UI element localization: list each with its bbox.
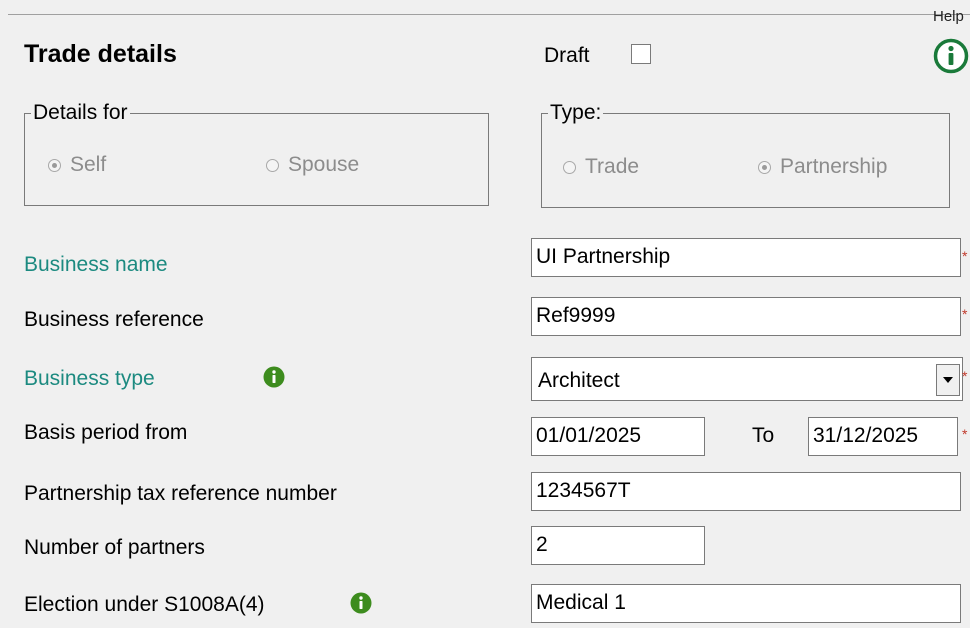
- help-info-icon[interactable]: [933, 38, 969, 74]
- business-type-info-icon[interactable]: [263, 366, 285, 388]
- radio-trade-dot: [563, 160, 576, 174]
- basis-period-required-marker: *: [962, 426, 968, 442]
- trade-details-form: Trade details Draft Help Details for Sel…: [0, 0, 970, 628]
- business-name-input[interactable]: UI Partnership: [531, 238, 961, 277]
- type-legend: Type:: [550, 101, 602, 124]
- draft-label: Draft: [544, 44, 590, 67]
- partnership-tax-ref-label: Partnership tax reference number: [24, 482, 337, 505]
- basis-period-to-input[interactable]: 31/12/2025: [808, 417, 958, 456]
- radio-spouse[interactable]: Spouse: [266, 153, 359, 177]
- radio-partnership-dot: [758, 160, 771, 174]
- business-name-required-marker: *: [962, 248, 968, 264]
- page-title: Trade details: [24, 40, 177, 68]
- business-reference-input[interactable]: Ref9999: [531, 297, 961, 336]
- business-reference-label: Business reference: [24, 308, 204, 331]
- business-type-value: Architect: [538, 369, 620, 392]
- election-label: Election under S1008A(4): [24, 593, 265, 616]
- number-of-partners-label: Number of partners: [24, 536, 205, 559]
- radio-self-dot: [48, 158, 61, 172]
- business-type-label: Business type: [24, 367, 155, 390]
- business-type-select[interactable]: Architect: [531, 357, 963, 401]
- number-of-partners-input[interactable]: 2: [531, 526, 705, 565]
- radio-self-label: Self: [70, 153, 107, 176]
- election-input[interactable]: Medical 1: [531, 584, 961, 623]
- partnership-tax-ref-input[interactable]: 1234567T: [531, 472, 961, 511]
- radio-spouse-dot: [266, 158, 279, 172]
- business-type-required-marker: *: [962, 368, 968, 384]
- radio-partnership-label: Partnership: [780, 155, 888, 178]
- chevron-down-icon: [943, 377, 953, 383]
- business-type-dropdown-button[interactable]: [936, 364, 960, 396]
- basis-period-from-input[interactable]: 01/01/2025: [531, 417, 705, 456]
- top-divider: [8, 14, 970, 15]
- draft-checkbox[interactable]: [631, 44, 651, 64]
- basis-period-label: Basis period from: [24, 421, 188, 444]
- basis-period-to-label: To: [752, 424, 775, 447]
- radio-partnership[interactable]: Partnership: [758, 155, 887, 179]
- help-label: Help: [933, 8, 964, 25]
- radio-spouse-label: Spouse: [288, 153, 360, 176]
- radio-self[interactable]: Self: [48, 153, 106, 177]
- radio-trade[interactable]: Trade: [563, 155, 639, 179]
- business-name-label: Business name: [24, 253, 168, 276]
- business-reference-required-marker: *: [962, 306, 968, 322]
- election-info-icon[interactable]: [350, 592, 372, 614]
- radio-trade-label: Trade: [585, 155, 640, 178]
- details-for-legend: Details for: [33, 101, 128, 124]
